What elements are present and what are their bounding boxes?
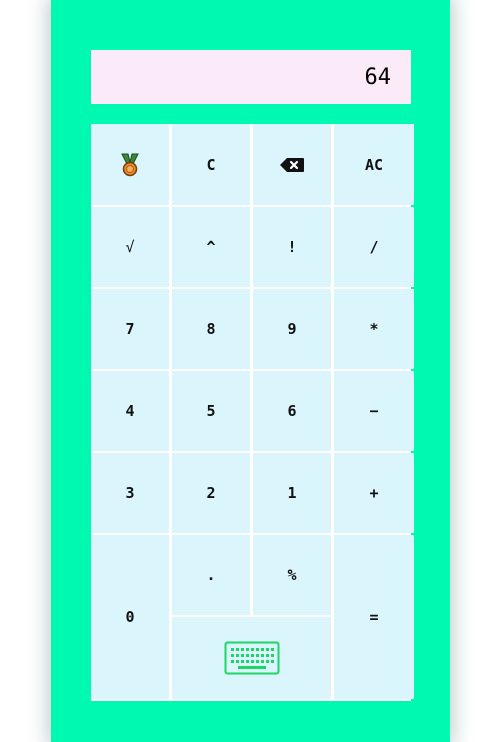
multiply-label: * [369, 320, 379, 338]
percent-button[interactable]: % [253, 535, 331, 615]
medal-button[interactable] [91, 124, 169, 205]
factorial-button[interactable]: ! [253, 207, 331, 287]
all-clear-label: AC [364, 155, 384, 174]
factorial-label: ! [287, 238, 297, 256]
power-label: ^ [206, 238, 216, 256]
two-button[interactable]: 2 [172, 453, 250, 533]
six-button[interactable]: 6 [253, 371, 331, 451]
clear-label: C [206, 155, 216, 174]
seven-label: 7 [125, 320, 135, 338]
power-button[interactable]: ^ [172, 207, 250, 287]
three-label: 3 [125, 484, 135, 502]
four-button[interactable]: 4 [91, 371, 169, 451]
dot-button[interactable]: . [172, 535, 250, 615]
medal-icon [119, 153, 141, 177]
three-button[interactable]: 3 [91, 453, 169, 533]
backspace-icon [279, 157, 305, 173]
minus-label: − [369, 402, 379, 420]
display-value: 64 [364, 64, 392, 90]
minus-button[interactable]: − [334, 371, 414, 451]
multiply-button[interactable]: * [334, 289, 414, 369]
divide-button[interactable]: / [334, 207, 414, 287]
eight-button[interactable]: 8 [172, 289, 250, 369]
keypad: C AC √ ^ ! / 7 8 9 * 4 5 6 − 3 2 1 + 0 .… [91, 124, 414, 701]
four-label: 4 [125, 402, 135, 420]
sqrt-button[interactable]: √ [91, 207, 169, 287]
dot-label: . [206, 566, 216, 584]
nine-button[interactable]: 9 [253, 289, 331, 369]
clear-button[interactable]: C [172, 124, 250, 205]
keyboard-icon [224, 641, 280, 675]
keyboard-button[interactable] [172, 617, 331, 699]
eight-label: 8 [206, 320, 216, 338]
sqrt-label: √ [125, 238, 135, 256]
nine-label: 9 [287, 320, 297, 338]
zero-button[interactable]: 0 [91, 535, 169, 699]
five-label: 5 [206, 402, 216, 420]
one-label: 1 [287, 484, 297, 502]
zero-label: 0 [125, 608, 135, 626]
plus-button[interactable]: + [334, 453, 414, 533]
all-clear-button[interactable]: AC [334, 124, 414, 205]
plus-label: + [369, 484, 379, 502]
seven-button[interactable]: 7 [91, 289, 169, 369]
six-label: 6 [287, 402, 297, 420]
percent-label: % [287, 566, 297, 584]
five-button[interactable]: 5 [172, 371, 250, 451]
two-label: 2 [206, 484, 216, 502]
backspace-button[interactable] [253, 124, 331, 205]
calculator-frame: 64 C AC √ ^ ! / 7 8 9 * 4 5 6 − 3 2 1 + … [51, 0, 450, 742]
equals-label: = [369, 608, 379, 626]
divide-label: / [369, 238, 379, 256]
one-button[interactable]: 1 [253, 453, 331, 533]
equals-button[interactable]: = [334, 535, 414, 699]
calculator-display: 64 [91, 50, 411, 104]
